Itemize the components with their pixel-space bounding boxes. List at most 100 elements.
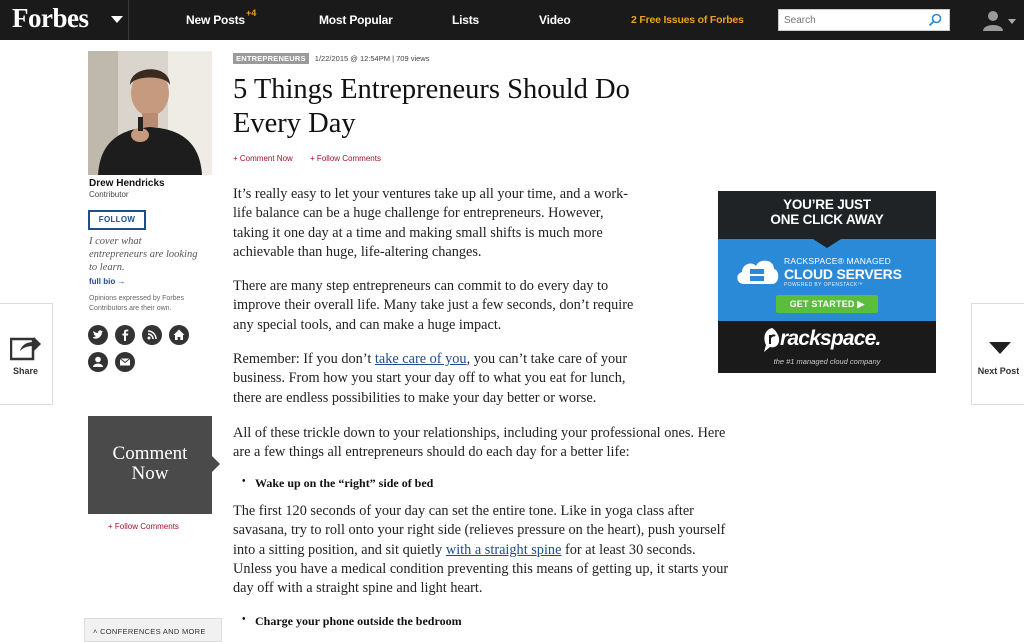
author-bio: I cover what entrepreneurs are looking t… bbox=[89, 236, 198, 273]
article-title-line2: Every Day bbox=[233, 108, 356, 139]
author-portrait bbox=[88, 51, 212, 175]
cloud-server-icon bbox=[737, 260, 779, 284]
comment-now-line1: Comment bbox=[112, 443, 188, 464]
paragraph-line: life balance can be a huge challenge for… bbox=[233, 205, 604, 222]
paragraph-3: Remember: If you don’t take care of you,… bbox=[233, 350, 627, 408]
rackspace-advertisement[interactable]: YOU’RE JUST ONE CLICK AWAY RACKSPACE® MAN… bbox=[718, 191, 936, 373]
paragraph-line: achievable than huge, life-altering chan… bbox=[233, 243, 482, 260]
paragraph-line: It’s really easy to let your ventures ta… bbox=[233, 186, 629, 202]
next-post-tab[interactable]: Next Post bbox=[971, 303, 1024, 405]
article-actions: + Comment Now + Follow Comments bbox=[233, 154, 396, 163]
paragraph-line: Remember: If you don’t take care of you,… bbox=[233, 350, 627, 369]
meta-separator: | bbox=[392, 54, 395, 63]
ad-header: YOU’RE JUST ONE CLICK AWAY bbox=[718, 191, 936, 239]
paragraph-text: into a sitting position, and sit quietly bbox=[233, 541, 446, 558]
search-box bbox=[778, 9, 950, 31]
twitter-icon[interactable] bbox=[88, 325, 108, 345]
paragraph-5: The first 120 seconds of your day can se… bbox=[233, 502, 728, 598]
ad-footer: rackspace. the #1 managed cloud company bbox=[718, 321, 936, 373]
paragraph-line: savasana, try to roll onto your right si… bbox=[233, 522, 726, 539]
ad-line-2: CLOUD SERVERS bbox=[784, 266, 902, 282]
author-photo[interactable] bbox=[88, 51, 212, 175]
share-icon bbox=[10, 337, 41, 361]
straight-spine-link[interactable]: with a straight spine bbox=[446, 542, 562, 558]
nav-video[interactable]: Video bbox=[539, 13, 571, 27]
follow-comments-link[interactable]: + Follow Comments bbox=[310, 154, 381, 163]
paragraph-line: taking it one day at a time and making s… bbox=[233, 224, 603, 241]
author-role: Contributor bbox=[89, 190, 129, 199]
email-icon[interactable] bbox=[115, 352, 135, 372]
article-meta: ENTREPRENEURS 1/22/2015 @ 12:54PM | 709 … bbox=[233, 53, 429, 64]
comment-now-link[interactable]: + Comment Now bbox=[233, 154, 293, 163]
article-title: 5 Things Entrepreneurs Should Do Every D… bbox=[233, 73, 733, 141]
paragraph-line: The first 120 seconds of your day can se… bbox=[233, 503, 694, 519]
full-bio-link[interactable]: full bio → bbox=[89, 277, 125, 286]
comment-now-line2: Now bbox=[131, 463, 169, 484]
paragraph-4: All of these trickle down to your relati… bbox=[233, 424, 725, 463]
conferences-and-more-tab[interactable]: ˄ CONFERENCES AND MORE bbox=[84, 618, 222, 642]
paragraph-1: It’s really easy to let your ventures ta… bbox=[233, 185, 628, 262]
follow-button[interactable]: FOLLOW bbox=[88, 210, 146, 230]
ad-headline-1: YOU’RE JUST bbox=[783, 197, 871, 212]
free-issues-promo-link[interactable]: 2 Free Issues of Forbes bbox=[631, 14, 744, 26]
list-item: Wake up on the “right” side of bed bbox=[242, 476, 433, 491]
publish-date: 1/22/2015 @ 12:54PM bbox=[314, 54, 390, 63]
paragraph-text: for at least 30 seconds. bbox=[561, 541, 696, 558]
paragraph-line: are a few things all entrepreneurs shoul… bbox=[233, 444, 630, 461]
get-started-label: GET STARTED bbox=[789, 299, 855, 309]
caret-right-icon bbox=[212, 456, 220, 472]
paragraph-line: day off with a straight spine and light … bbox=[233, 580, 483, 597]
opinions-disclaimer: Opinions expressed by Forbes Contributor… bbox=[89, 295, 184, 312]
new-posts-badge: +4 bbox=[246, 8, 257, 18]
ad-line-3: POWERED BY OPENSTACK™ bbox=[784, 282, 864, 288]
user-avatar-icon[interactable] bbox=[981, 9, 1005, 31]
view-count: 709 views bbox=[396, 54, 430, 63]
follow-comments-link-sidebar[interactable]: + Follow Comments bbox=[108, 522, 179, 531]
author-name[interactable]: Drew Hendricks bbox=[89, 178, 165, 189]
nav-most-popular[interactable]: Most Popular bbox=[319, 13, 393, 27]
category-tag[interactable]: ENTREPRENEURS bbox=[233, 53, 309, 64]
paragraph-line: All of these trickle down to your relati… bbox=[233, 425, 726, 441]
bullet-text: Charge your phone outside the bedroom bbox=[255, 614, 462, 628]
paragraph-line: Unless you have a medical condition prev… bbox=[233, 560, 729, 577]
take-care-of-you-link[interactable]: take care of you bbox=[375, 351, 467, 367]
paragraph-line: There are many step entrepreneurs can co… bbox=[233, 278, 609, 294]
rss-icon[interactable] bbox=[142, 325, 162, 345]
cart-icon: ▶ bbox=[857, 299, 865, 309]
ad-arrow bbox=[813, 239, 841, 248]
profile-icon[interactable] bbox=[88, 352, 108, 372]
top-navigation-bar: Forbes New Posts +4 Most Popular Lists V… bbox=[0, 0, 1024, 40]
comment-now-box[interactable]: Comment Now bbox=[88, 416, 220, 514]
bullet-text: Wake up on the “right” side of bed bbox=[255, 476, 434, 490]
search-icon[interactable] bbox=[928, 13, 942, 27]
get-started-button[interactable]: GET STARTED ▶ bbox=[776, 295, 878, 313]
chevron-down-icon[interactable] bbox=[1008, 19, 1016, 24]
share-tab[interactable]: Share bbox=[0, 303, 53, 405]
chevron-down-icon[interactable] bbox=[111, 16, 123, 23]
paragraph-2: There are many step entrepreneurs can co… bbox=[233, 277, 633, 335]
forbes-logo[interactable]: Forbes bbox=[12, 3, 89, 34]
paragraph-line: there are endless possibilities to make … bbox=[233, 389, 597, 406]
paragraph-line: improve their overall life. Many take ju… bbox=[233, 297, 634, 314]
paragraph-line: into a sitting position, and sit quietly… bbox=[233, 541, 728, 560]
nav-lists[interactable]: Lists bbox=[452, 13, 479, 27]
ad-line-1: RACKSPACE® MANAGED bbox=[784, 256, 892, 266]
share-label: Share bbox=[12, 366, 38, 376]
nav-new-posts[interactable]: New Posts bbox=[186, 13, 245, 27]
search-input[interactable] bbox=[779, 10, 919, 31]
list-item: Charge your phone outside the bedroom bbox=[242, 614, 462, 629]
paragraph-line: any special tools, and can make a huge i… bbox=[233, 316, 502, 333]
facebook-icon[interactable] bbox=[115, 325, 135, 345]
ad-body: RACKSPACE® MANAGED CLOUD SERVERS POWERED… bbox=[718, 239, 936, 321]
rackspace-logo-icon bbox=[764, 328, 780, 352]
ad-tagline: the #1 managed cloud company bbox=[773, 357, 881, 366]
divider bbox=[128, 0, 129, 40]
next-post-label: Next Post bbox=[977, 366, 1020, 376]
paragraph-text: , you can’t take care of your bbox=[466, 351, 628, 367]
ad-headline-2: ONE CLICK AWAY bbox=[770, 212, 884, 227]
paragraph-line: business. From how you start your day of… bbox=[233, 370, 626, 387]
home-icon[interactable] bbox=[169, 325, 189, 345]
article-title-line1: 5 Things Entrepreneurs Should Do bbox=[233, 74, 630, 105]
chevron-down-icon bbox=[989, 342, 1011, 354]
rackspace-brand: rackspace. bbox=[780, 327, 881, 350]
